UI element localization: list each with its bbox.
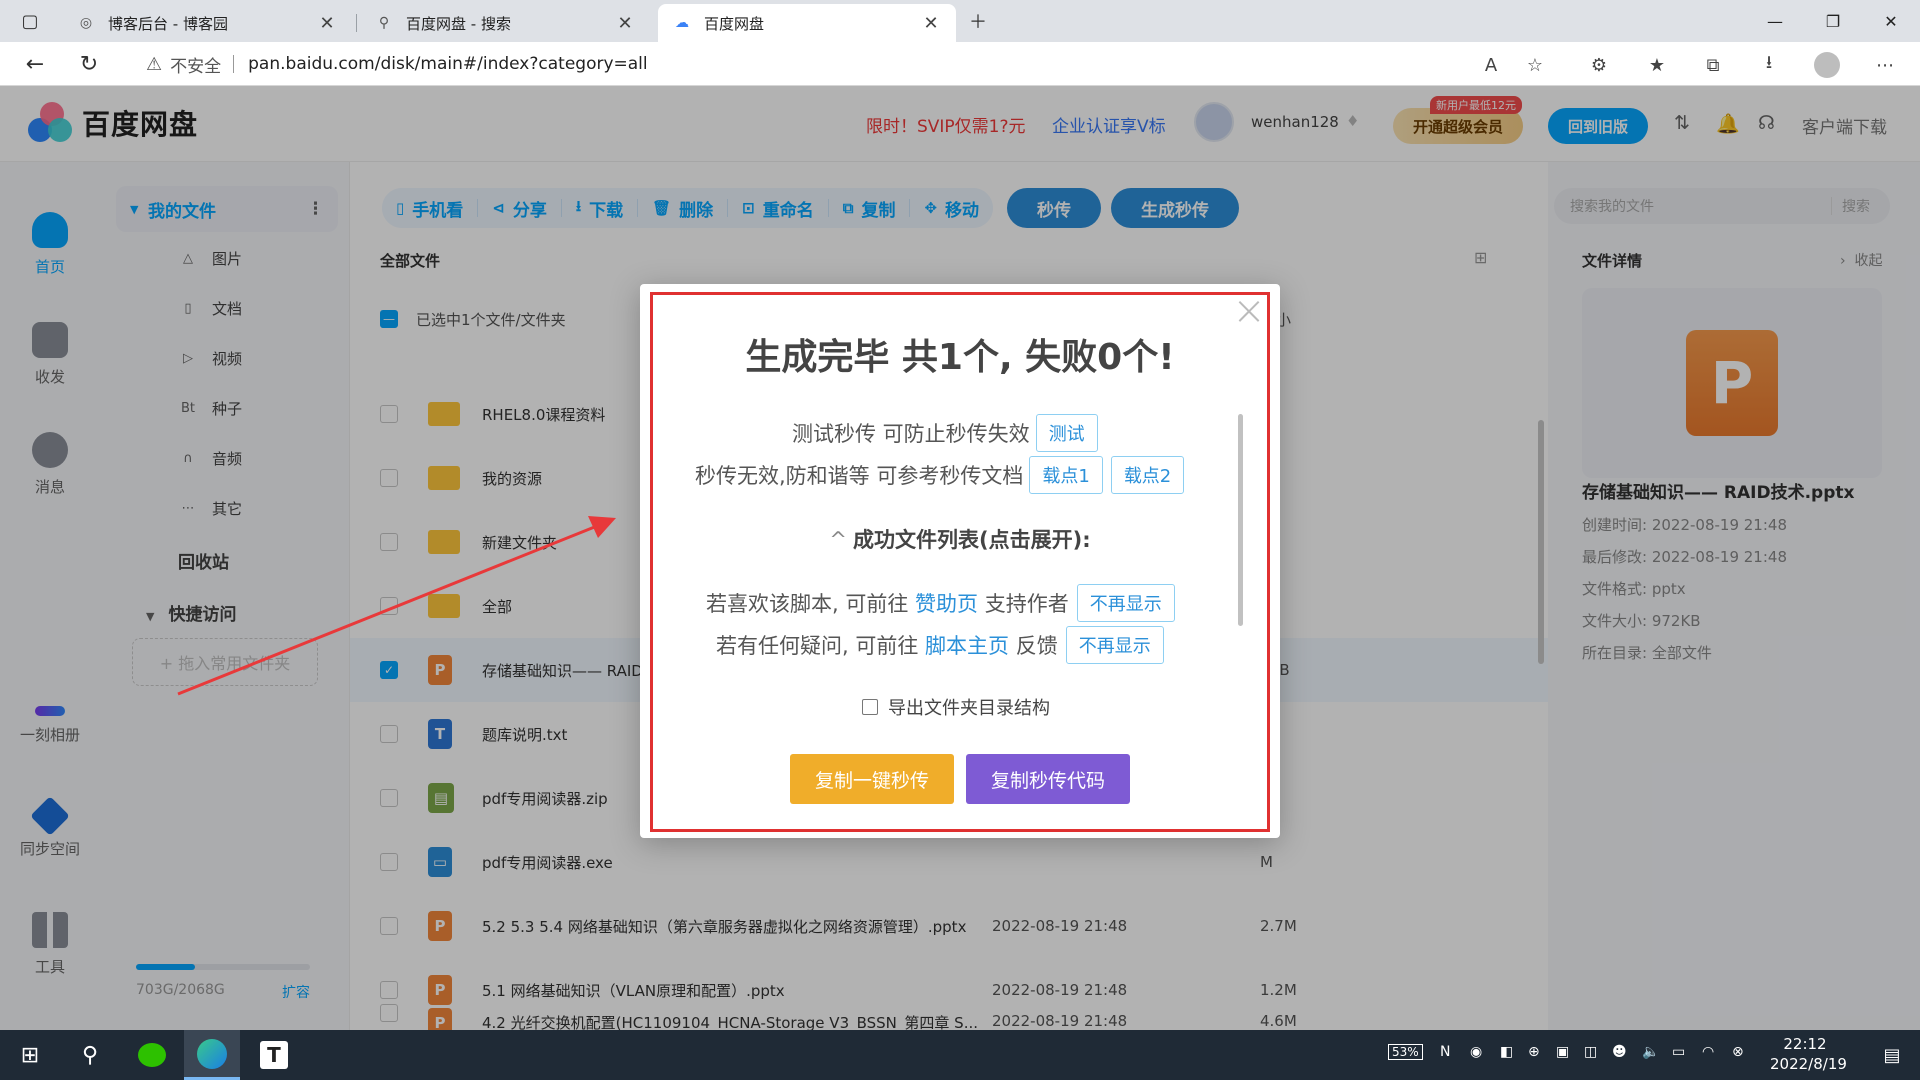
tab-divider: [356, 14, 357, 32]
restore-icon[interactable]: ❐: [1804, 0, 1862, 42]
typora-icon[interactable]: T: [246, 1030, 302, 1080]
sponsor-text-post: 支持作者: [984, 592, 1069, 616]
mirror1-button[interactable]: 载点1: [1029, 456, 1103, 494]
windows-taskbar: ⊞ ⚲ T 53% N ◉ ◧ ⊕ ▣ ◫ ☻ 🔈 ▭ ◠ ⊗ 22:12 20…: [0, 1030, 1920, 1080]
system-clock[interactable]: 22:12 2022/8/19: [1770, 1034, 1847, 1074]
profile-icon[interactable]: [1812, 50, 1842, 80]
tab-title: 博客后台 - 博客园: [108, 14, 228, 33]
tray-app-icon[interactable]: ◧: [1500, 1044, 1513, 1060]
test-line: 测试秒传 可防止秒传失效 测试: [792, 414, 1098, 452]
doc-line: 秒传无效,防和谐等 可参考秒传文档 载点1 载点2: [695, 456, 1185, 494]
tray-app2-icon[interactable]: ▣: [1556, 1044, 1569, 1060]
close-icon[interactable]: ✕: [316, 13, 338, 34]
doc-hint-text: 秒传无效,防和谐等 可参考秒传文档: [695, 464, 1024, 488]
extensions-icon[interactable]: ⚙: [1584, 50, 1614, 80]
rapid-result-dialog: × 生成完毕 共1个, 失败0个! 测试秒传 可防止秒传失效 测试 秒传无效,防…: [640, 284, 1280, 838]
browser-tab-bar: ▢ ◎ 博客后台 - 博客园 ✕ ⚲ 百度网盘 - 搜索 ✕ ☁ 百度网盘 ✕ …: [0, 0, 1920, 42]
onenote-tray-icon[interactable]: N: [1440, 1044, 1450, 1060]
sponsor-link[interactable]: 赞助页: [915, 588, 978, 618]
minimize-icon[interactable]: —: [1746, 0, 1804, 42]
back-icon[interactable]: ←: [18, 47, 52, 81]
collections-icon[interactable]: ⧉: [1698, 50, 1728, 80]
reload-icon[interactable]: ↻: [72, 47, 106, 81]
clock-date: 2022/8/19: [1770, 1055, 1847, 1073]
favorites-icon[interactable]: ★: [1642, 50, 1672, 80]
edge-browser-icon[interactable]: [184, 1030, 240, 1080]
close-icon[interactable]: ✕: [920, 13, 942, 34]
window-close-icon[interactable]: ✕: [1862, 0, 1920, 42]
tray-app3-icon[interactable]: ◫: [1584, 1044, 1597, 1060]
qq-tray-icon[interactable]: ☻: [1612, 1044, 1627, 1060]
export-structure-label: 导出文件夹目录结构: [888, 698, 1050, 719]
warning-icon: ⚠: [146, 53, 163, 75]
tab-baidu-search[interactable]: ⚲ 百度网盘 - 搜索 ✕: [360, 4, 650, 42]
address-bar-row: ← ↻ ⚠ 不安全 pan.baidu.com/disk/main#/index…: [0, 42, 1920, 86]
clock-time: 22:12: [1783, 1035, 1827, 1053]
downloads-icon[interactable]: ⭳: [1754, 50, 1784, 80]
hide-sponsor-button[interactable]: 不再显示: [1076, 584, 1175, 622]
favorite-add-icon[interactable]: ☆: [1520, 50, 1550, 80]
success-list-toggle[interactable]: ^ 成功文件列表(点击展开):: [640, 524, 1280, 554]
success-list-label: 成功文件列表(点击展开):: [853, 528, 1091, 552]
tab-actions-icon[interactable]: ▢: [0, 0, 60, 42]
copy-one-click-button[interactable]: 复制一键秒传: [790, 754, 954, 804]
chevron-up-icon: ^: [829, 528, 847, 552]
wechat-icon[interactable]: [124, 1030, 180, 1080]
new-tab-icon[interactable]: ＋: [948, 0, 1008, 42]
sponsor-text: 若喜欢该脚本, 可前往: [706, 592, 909, 616]
windows-start-icon[interactable]: ⊞: [2, 1030, 58, 1080]
input-method-icon[interactable]: ⊕: [1528, 1044, 1540, 1060]
tab-title: 百度网盘: [704, 14, 765, 33]
read-aloud-icon[interactable]: A: [1476, 50, 1506, 80]
checkbox-box[interactable]: [862, 699, 878, 715]
battery-indicator[interactable]: 53%: [1388, 1044, 1423, 1060]
feedback-text: 若有任何疑问, 可前往: [716, 634, 919, 658]
dialog-scrollbar[interactable]: [1238, 414, 1243, 626]
notification-icon[interactable]: ▤: [1864, 1030, 1920, 1080]
dialog-title: 生成完毕 共1个, 失败0个!: [745, 337, 1175, 378]
test-button[interactable]: 测试: [1035, 414, 1098, 452]
tab-title: 百度网盘 - 搜索: [406, 14, 511, 33]
copy-code-button[interactable]: 复制秒传代码: [966, 754, 1130, 804]
blog-icon: ◎: [79, 15, 93, 31]
battery-icon[interactable]: ▭: [1672, 1044, 1685, 1060]
baidu-netdisk-icon: ☁: [675, 15, 689, 31]
export-structure-checkbox[interactable]: 导出文件夹目录结构: [862, 694, 1050, 720]
feedback-text-post: 反馈: [1015, 634, 1058, 658]
search-icon: ⚲: [378, 15, 390, 31]
more-icon[interactable]: ⋯: [1870, 50, 1900, 80]
sponsor-line: 若喜欢该脚本, 可前往 赞助页 支持作者 不再显示: [706, 584, 1175, 622]
network-off-icon[interactable]: ⊗: [1732, 1044, 1744, 1060]
taskbar-search-icon[interactable]: ⚲: [62, 1030, 118, 1080]
close-icon[interactable]: ✕: [614, 13, 636, 34]
address-field[interactable]: ⚠ 不安全 pan.baidu.com/disk/main#/index?cat…: [130, 48, 1550, 80]
volume-icon[interactable]: 🔈: [1642, 1044, 1659, 1060]
url-text: pan.baidu.com/disk/main#/index?category=…: [248, 54, 648, 74]
tab-baidu-netdisk[interactable]: ☁ 百度网盘 ✕: [658, 4, 956, 42]
mirror2-button[interactable]: 载点2: [1110, 456, 1185, 494]
tab-blog[interactable]: ◎ 博客后台 - 博客园 ✕: [62, 4, 352, 42]
close-icon[interactable]: ×: [1232, 291, 1266, 331]
address-divider: [233, 55, 235, 73]
script-home-link[interactable]: 脚本主页: [925, 630, 1009, 660]
feedback-line: 若有任何疑问, 可前往 脚本主页 反馈 不再显示: [716, 626, 1164, 664]
insecure-label: 不安全: [170, 56, 222, 77]
wifi-icon[interactable]: ◠: [1702, 1044, 1714, 1060]
test-hint-text: 测试秒传 可防止秒传失效: [792, 422, 1030, 446]
profile-avatar: [1814, 52, 1840, 78]
hide-feedback-button[interactable]: 不再显示: [1065, 626, 1164, 664]
wechat-tray-icon[interactable]: ◉: [1470, 1044, 1482, 1060]
